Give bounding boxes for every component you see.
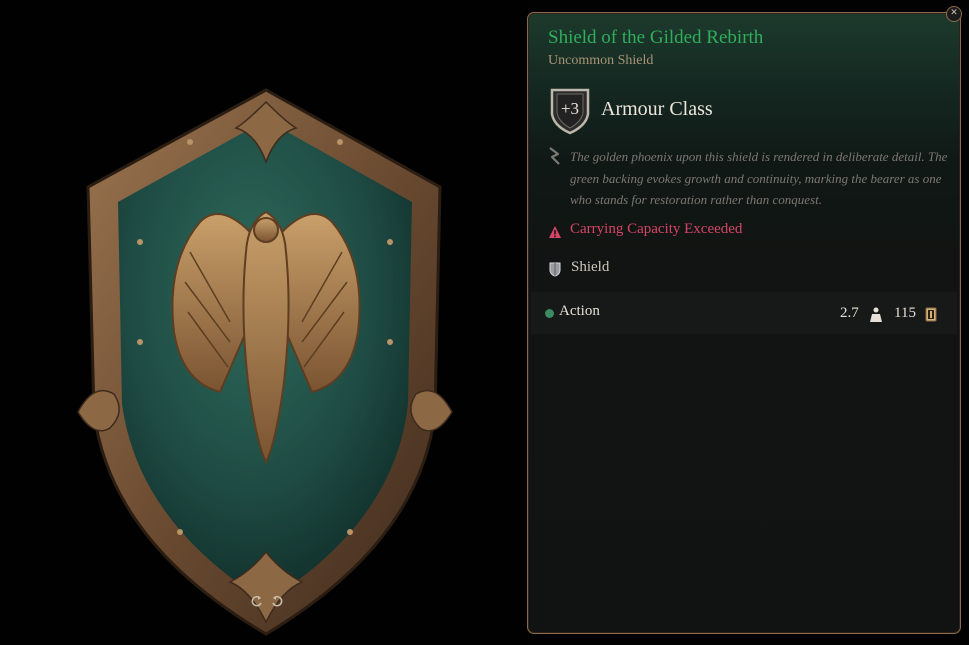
action-dot-icon — [545, 309, 554, 318]
action-label: Action — [559, 303, 600, 319]
weight-icon — [870, 307, 882, 322]
gold-coin-icon — [925, 307, 937, 322]
warning-triangle-icon — [549, 226, 561, 238]
armour-class-value: +3 — [560, 99, 580, 118]
quill-icon — [549, 147, 560, 165]
rotate-left-icon[interactable] — [250, 594, 264, 608]
item-rarity-type: Uncommon Shield — [548, 53, 654, 68]
carrying-capacity-warning: Carrying Capacity Exceeded — [570, 221, 743, 237]
item-name: Shield of the Gilded Rebirth — [548, 27, 764, 48]
shield-icon — [549, 262, 561, 277]
item-description: The golden phoenix upon this shield is r… — [570, 149, 948, 207]
item-weight: 2.7 — [840, 305, 859, 321]
item-category: Shield — [571, 259, 610, 275]
rotate-controls — [250, 594, 284, 608]
item-price: 115 — [894, 305, 916, 321]
armour-class-label: Armour Class — [601, 98, 713, 120]
phoenix-shield-image — [77, 88, 453, 636]
item-preview-viewer[interactable] — [0, 0, 528, 645]
close-icon[interactable]: ✕ — [946, 6, 962, 22]
rotate-right-icon[interactable] — [270, 594, 284, 608]
